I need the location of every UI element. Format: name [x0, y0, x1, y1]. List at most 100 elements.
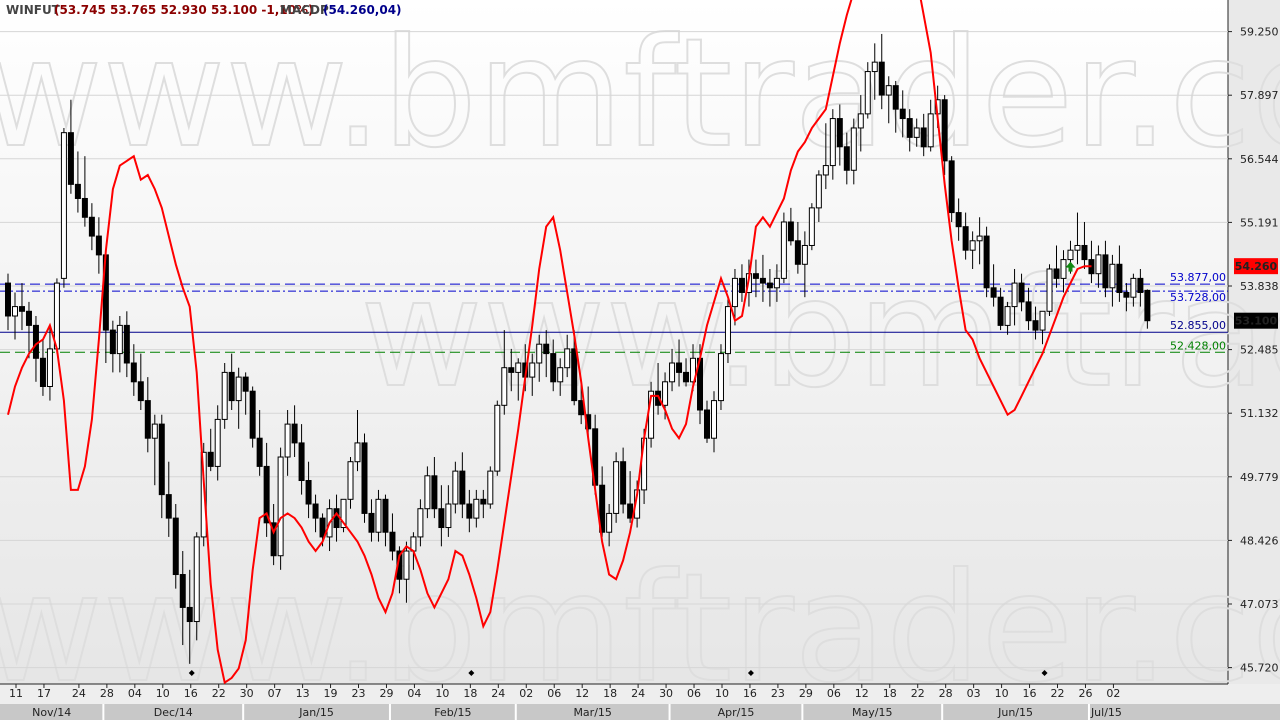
candle-body — [284, 423, 291, 458]
candle-body — [927, 113, 934, 148]
candle-body — [207, 451, 214, 467]
x-day-label: 16 — [1023, 687, 1037, 700]
candle-body — [1102, 254, 1109, 289]
candle-body — [815, 174, 822, 209]
x-day-label: 07 — [268, 687, 282, 700]
x-day-label: 29 — [799, 687, 813, 700]
x-day-label: 03 — [967, 687, 981, 700]
candle-body — [18, 306, 25, 312]
header-legend: WINFUT (53.745 53.765 52.930 53.100 -1,1… — [6, 3, 402, 17]
level-label: 53.728,00 — [1170, 291, 1226, 304]
x-day-label: 06 — [827, 687, 841, 700]
candle-body — [431, 475, 438, 510]
candle-body — [214, 418, 221, 467]
candle-body — [808, 207, 815, 246]
x-day-label: 18 — [463, 687, 477, 700]
candle-body — [228, 371, 235, 402]
candle-body — [81, 197, 88, 218]
legend-indicator: MACDP — [280, 3, 329, 17]
candle-body — [920, 127, 927, 148]
level-label: 52.428,00 — [1170, 339, 1226, 352]
candle-body — [25, 310, 32, 326]
candle-body — [256, 437, 263, 467]
candle-body — [347, 461, 354, 500]
candle-body — [333, 508, 340, 529]
y-tick-label: 57.897 — [1240, 89, 1279, 102]
candle-body — [165, 494, 172, 519]
candle-body — [53, 282, 60, 350]
price-chart[interactable]: www.bmftrader.com www.bmftrader.com www.… — [0, 0, 1280, 720]
candle-body — [1032, 320, 1039, 331]
candle-body — [941, 99, 948, 162]
candle-body — [962, 226, 969, 251]
candle-body — [557, 367, 564, 383]
candle-body — [109, 329, 116, 355]
candle-body — [32, 324, 39, 359]
x-day-label: 24 — [491, 687, 505, 700]
candle-body — [186, 606, 193, 623]
candle-body — [305, 480, 312, 505]
candle-body — [249, 390, 256, 439]
x-day-label: 30 — [659, 687, 673, 700]
candle-body — [710, 400, 717, 439]
x-day-label: 22 — [911, 687, 925, 700]
candle-body — [1109, 263, 1116, 289]
x-day-label: 18 — [883, 687, 897, 700]
svg-text:www.bmftrader.com: www.bmftrader.com — [0, 7, 1280, 181]
x-day-label: 10 — [435, 687, 449, 700]
candle-body — [613, 461, 620, 514]
x-day-label: 16 — [743, 687, 757, 700]
last-price-label: 53.100 — [1235, 315, 1278, 328]
x-day-label: 04 — [407, 687, 421, 700]
legend-indicator-value: (54.260,04) — [323, 3, 402, 17]
x-day-label: 06 — [547, 687, 561, 700]
candle-body — [46, 348, 53, 388]
x-day-label: 29 — [379, 687, 393, 700]
candle-body — [1004, 306, 1011, 326]
candle-body — [899, 108, 906, 120]
candle-body — [277, 456, 284, 557]
candle-body — [375, 498, 382, 533]
x-day-label: 10 — [715, 687, 729, 700]
candle-body — [913, 127, 920, 138]
candle-body — [990, 287, 997, 298]
x-day-label: 24 — [631, 687, 645, 700]
candle-body — [731, 277, 738, 308]
candle-body — [662, 381, 669, 406]
candle-body — [1144, 289, 1151, 322]
candle-body — [361, 442, 368, 514]
x-day-label: 19 — [324, 687, 338, 700]
y-tick-label: 52.485 — [1240, 344, 1279, 357]
candle-body — [780, 221, 787, 279]
candle-body — [529, 362, 536, 378]
x-day-label: 23 — [771, 687, 785, 700]
candle-body — [1018, 282, 1025, 303]
candle-body — [39, 357, 46, 388]
x-day-label: 24 — [72, 687, 86, 700]
candle-body — [60, 132, 67, 279]
x-day-label: 12 — [575, 687, 589, 700]
x-day-label: 16 — [184, 687, 198, 700]
level-label: 52.855,00 — [1170, 319, 1226, 332]
candle-body — [291, 423, 298, 444]
x-month-label: Nov/14 — [32, 706, 71, 719]
candle-body — [1060, 259, 1067, 279]
candle-body — [976, 235, 983, 242]
candle-body — [724, 306, 731, 355]
x-day-label: 22 — [212, 687, 226, 700]
x-month-label: Jan/15 — [298, 706, 334, 719]
indicator-price-label: 54.260 — [1235, 260, 1278, 273]
x-day-label: 18 — [603, 687, 617, 700]
candle-body — [801, 244, 808, 265]
candle-body — [221, 371, 228, 420]
candle-body — [822, 165, 829, 176]
candle-body — [445, 503, 452, 529]
candle-body — [864, 71, 871, 115]
y-tick-label: 59.250 — [1240, 26, 1279, 39]
x-day-label: 22 — [1051, 687, 1065, 700]
candle-body — [368, 512, 375, 533]
y-tick-label: 51.132 — [1240, 407, 1279, 420]
y-tick-label: 56.544 — [1240, 153, 1279, 166]
candle-body — [438, 508, 445, 529]
candle-body — [137, 381, 144, 402]
